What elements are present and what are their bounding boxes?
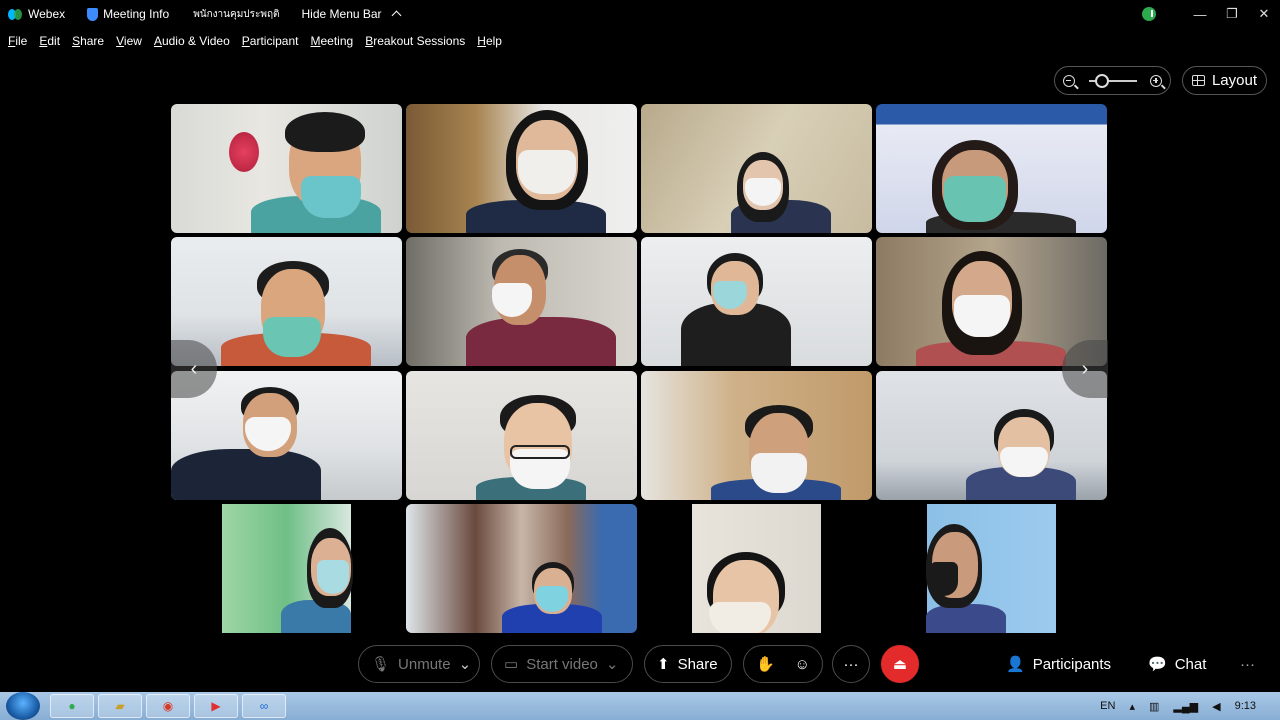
zoom-slider-handle[interactable] <box>1094 73 1109 88</box>
app-name: Webex <box>28 7 66 21</box>
meeting-controls: 🎙 Unmute ⌄ ▭ Start video ⌄ ⬆ Share ✋ ☺ ·… <box>0 640 1280 690</box>
participant-video-tile[interactable] <box>406 237 637 366</box>
share-button[interactable]: ⬆ Share <box>644 645 732 683</box>
meeting-info-label: Meeting Info <box>103 7 170 21</box>
participant-video-tile[interactable] <box>876 504 1107 633</box>
chevron-left-icon: ‹ <box>190 357 198 380</box>
windows-taskbar: ● ▰ ◉ ▶ ∞ EN ▴ ▥ ▂▄▆ ◀ 9:13 <box>0 692 1280 720</box>
window-controls: — ❐ ✕ <box>1142 0 1280 28</box>
menu-meeting[interactable]: Meeting <box>311 34 354 48</box>
connection-status-icon[interactable] <box>1142 7 1156 21</box>
file-explorer-icon[interactable]: ▰ <box>98 694 142 718</box>
menu-audio-video[interactable]: Audio & Video <box>154 34 230 48</box>
layout-button[interactable]: Layout <box>1182 66 1267 95</box>
raise-hand-icon[interactable]: ✋ <box>756 655 775 673</box>
hide-menu-bar-button[interactable]: Hide Menu Bar <box>301 7 402 21</box>
close-button[interactable]: ✕ <box>1248 0 1280 28</box>
participant-video-tile[interactable] <box>641 504 872 633</box>
hide-menu-bar-label: Hide Menu Bar <box>301 7 382 21</box>
language-indicator[interactable]: EN <box>1100 700 1115 712</box>
menu-bar: File Edit Share View Audio & Video Parti… <box>0 28 1280 54</box>
start-video-label: Start video <box>526 655 598 673</box>
menu-share[interactable]: Share <box>72 34 104 48</box>
participant-video-tile[interactable] <box>406 371 637 500</box>
grid-layout-icon <box>1191 75 1205 86</box>
video-off-icon: ▭ <box>504 656 519 673</box>
participant-video-tile[interactable] <box>406 104 637 233</box>
webex-app[interactable]: Webex <box>8 7 65 21</box>
participant-video-tile[interactable] <box>641 104 872 233</box>
zoom-slider[interactable] <box>1088 73 1137 88</box>
participants-button[interactable]: 👤 Participants <box>1006 645 1111 683</box>
shield-icon <box>87 7 99 21</box>
volume-icon[interactable]: ◀ <box>1212 700 1220 713</box>
unmute-button[interactable]: 🎙 Unmute ⌄ <box>358 645 480 683</box>
menu-view[interactable]: View <box>116 34 142 48</box>
media-player-icon[interactable]: ▶ <box>194 694 238 718</box>
emoji-reaction-icon[interactable]: ☺ <box>795 656 810 673</box>
microphone-muted-icon: 🎙 <box>371 656 391 673</box>
unmute-label: Unmute <box>398 655 451 673</box>
menu-help[interactable]: Help <box>477 34 502 48</box>
chat-icon: 💬 <box>1148 656 1167 673</box>
line-app-icon[interactable]: ● <box>50 694 94 718</box>
signal-icon[interactable]: ▂▄▆ <box>1173 700 1198 713</box>
webex-logo-icon <box>8 8 23 20</box>
chrome-icon[interactable]: ◉ <box>146 694 190 718</box>
meeting-title: พนักงานคุมประพฤติ <box>193 8 280 20</box>
reactions-group: ✋ ☺ <box>743 645 823 683</box>
participant-video-tile[interactable] <box>406 504 637 633</box>
participants-label: Participants <box>1032 655 1112 673</box>
participant-video-tile[interactable] <box>641 371 872 500</box>
zoom-in-icon[interactable] <box>1150 74 1162 87</box>
participant-video-tile[interactable] <box>171 104 402 233</box>
chevron-down-icon[interactable]: ⌄ <box>459 655 472 673</box>
panel-overflow-button[interactable]: ··· <box>1240 645 1255 683</box>
participant-video-tile[interactable] <box>171 504 402 633</box>
clock[interactable]: 9:13 <box>1235 700 1256 712</box>
menu-participant[interactable]: Participant <box>242 34 299 48</box>
panel-overflow-label: ··· <box>1240 655 1255 673</box>
chevron-right-icon: › <box>1081 357 1089 380</box>
menu-breakout-sessions[interactable]: Breakout Sessions <box>365 34 465 48</box>
chevron-up-icon <box>391 10 402 21</box>
chat-label: Chat <box>1174 655 1207 673</box>
system-tray: EN ▴ ▥ ▂▄▆ ◀ 9:13 <box>1100 692 1280 720</box>
participant-video-tile[interactable] <box>641 237 872 366</box>
share-label: Share <box>677 655 718 673</box>
share-screen-icon: ⬆ <box>657 656 670 673</box>
minimize-button[interactable]: — <box>1184 0 1216 28</box>
leave-meeting-button[interactable]: ⏏ <box>881 645 919 683</box>
layout-label: Layout <box>1211 72 1258 89</box>
participant-video-tile[interactable] <box>876 104 1107 233</box>
zoom-out-icon[interactable] <box>1063 74 1075 87</box>
more-options-label: ··· <box>843 655 859 673</box>
zoom-control <box>1054 66 1171 95</box>
menu-edit[interactable]: Edit <box>39 34 60 48</box>
more-options-button[interactable]: ··· <box>832 645 870 683</box>
leave-icon: ⏏ <box>892 656 908 673</box>
chevron-down-icon[interactable]: ⌄ <box>606 655 619 673</box>
title-bar: Webex Meeting Info พนักงานคุมประพฤติ Hid… <box>0 0 1280 28</box>
restore-button[interactable]: ❐ <box>1216 0 1248 28</box>
chat-button[interactable]: 💬 Chat <box>1148 645 1206 683</box>
network-icon[interactable]: ▥ <box>1149 700 1159 713</box>
participants-icon: 👤 <box>1006 656 1025 673</box>
webex-taskbar-icon[interactable]: ∞ <box>242 694 286 718</box>
menu-file[interactable]: File <box>8 34 27 48</box>
meeting-info-button[interactable]: Meeting Info <box>87 7 169 21</box>
start-button[interactable] <box>6 692 40 720</box>
start-video-button[interactable]: ▭ Start video ⌄ <box>491 645 633 683</box>
tray-expand-icon[interactable]: ▴ <box>1129 700 1135 713</box>
